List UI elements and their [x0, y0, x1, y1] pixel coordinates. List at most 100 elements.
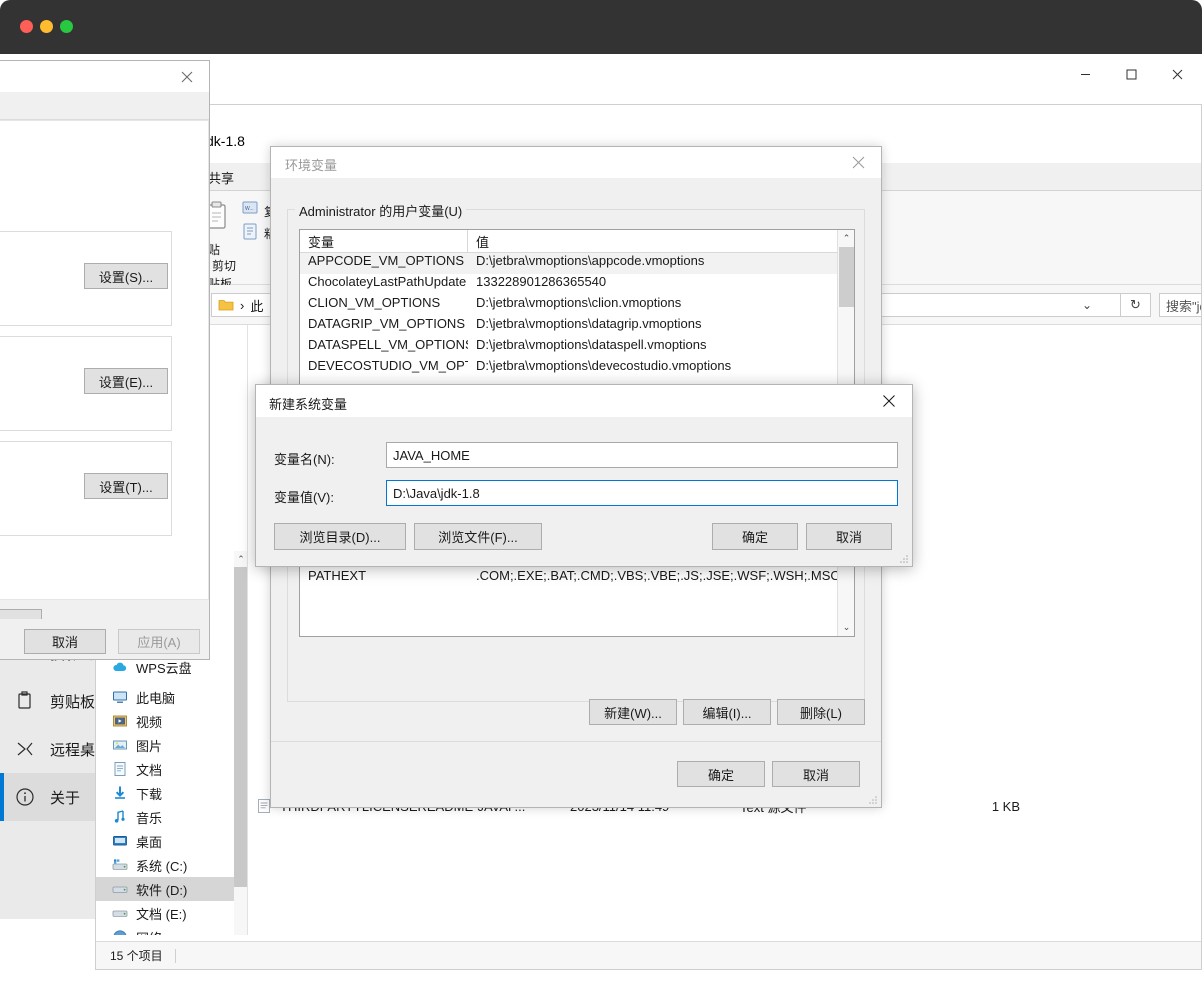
tree-item-label: 桌面 [136, 834, 163, 850]
clipboard-icon [14, 690, 36, 712]
settings-navigation-pane: 投影到此电脑 剪贴板 远程桌面 关于 [0, 629, 95, 919]
tree-item-drive-c[interactable]: 系统 (C:) [96, 853, 236, 877]
tree-item-drive-d[interactable]: 软件 (D:) [96, 877, 236, 901]
tree-item-downloads[interactable]: 下载 [96, 781, 236, 805]
tree-item-this-pc[interactable]: 此电脑 [96, 685, 236, 709]
delete-system-variable-button[interactable]: 删除(L) [777, 699, 865, 725]
tree-item-network[interactable]: 网络 [96, 925, 236, 935]
variable-name-input[interactable] [386, 442, 898, 468]
zoom-traffic-light[interactable] [60, 20, 73, 33]
tree-item-documents[interactable]: 文档 [96, 757, 236, 781]
drive-icon [112, 905, 128, 921]
table-row[interactable]: DATAGRIP_VM_OPTIONS D:\jetbra\vmoptions\… [300, 316, 854, 337]
table-row[interactable]: DATASPELL_VM_OPTIONS D:\jetbra\vmoptions… [300, 337, 854, 358]
new-variable-dialog-title: 新建系统变量 [269, 397, 348, 412]
music-icon [112, 809, 128, 825]
env-dialog-ok-button[interactable]: 确定 [677, 761, 765, 787]
nav-selection-indicator [0, 773, 4, 821]
pictures-icon [112, 737, 128, 753]
browse-file-button[interactable]: 浏览文件(F)... [414, 523, 542, 550]
new-variable-close-button[interactable] [866, 385, 912, 417]
refresh-button[interactable]: ↻ [1121, 293, 1151, 317]
tree-item-videos[interactable]: 视频 [96, 709, 236, 733]
desktop-icon [112, 833, 128, 849]
close-icon [1172, 69, 1182, 79]
sidebar-item-remote-desktop[interactable]: 远程桌面 [0, 725, 95, 773]
user-profiles-settings-button[interactable]: 设置(E)... [84, 368, 168, 394]
sidebar-item-clipboard[interactable]: 剪贴板 [0, 677, 95, 725]
variable-value-cell: D:\jetbra\vmoptions\devecostudio.vmoptio… [476, 358, 732, 373]
remote-desktop-icon [14, 738, 36, 760]
settings-minimize-button[interactable] [1062, 54, 1108, 94]
performance-settings-button[interactable]: 设置(S)... [84, 263, 168, 289]
nav-pane-scrollbar[interactable]: ⌃ ⌄ [234, 551, 247, 935]
svg-text:W...: W... [245, 206, 254, 212]
minimize-traffic-light[interactable] [40, 20, 53, 33]
drive-icon [112, 881, 128, 897]
sidebar-item-label: 远程桌面 [50, 741, 95, 759]
performance-options-content: 以内存 设置(S)... 设置(E)... 设置(T)... 环境变量(N)..… [0, 120, 209, 637]
variable-name-cell: DATASPELL_VM_OPTIONS [308, 337, 468, 352]
variable-value-cell: 133228901286365540 [476, 274, 607, 289]
env-dialog-footer-divider [271, 741, 881, 742]
variable-name-label: 变量名(N): [274, 452, 335, 467]
browse-directory-button[interactable]: 浏览目录(D)... [274, 523, 406, 550]
tree-item-label: 软件 (D:) [136, 882, 188, 898]
ribbon-cut-label[interactable]: 剪切 [212, 257, 236, 274]
search-input[interactable]: 搜索"jd [1159, 293, 1201, 317]
new-variable-ok-button[interactable]: 确定 [712, 523, 798, 550]
sidebar-item-label: 剪贴板 [50, 693, 95, 711]
sidebar-item-about[interactable]: 关于 [0, 773, 95, 821]
close-icon [852, 156, 865, 169]
env-dialog-close-button[interactable] [836, 147, 881, 178]
tree-item-pictures[interactable]: 图片 [96, 733, 236, 757]
table-row[interactable]: PATHEXT .COM;.EXE;.BAT;.CMD;.VBS;.VBE;.J… [300, 568, 854, 589]
screen-root: 关于 相关设置 BitLocker 设置 设备管理器 投影到此电脑 剪贴板 [0, 0, 1202, 986]
new-system-variable-button[interactable]: 新建(W)... [589, 699, 677, 725]
variable-name-cell: CLION_VM_OPTIONS [308, 295, 441, 310]
scroll-up-icon[interactable]: ⌃ [838, 230, 854, 247]
performance-options-footer: 取消 应用(A) [0, 619, 209, 659]
chevron-down-icon[interactable]: ⌄ [1082, 298, 1092, 312]
tree-item-drive-e[interactable]: 文档 (E:) [96, 901, 236, 925]
table-header: 变量 值 [300, 230, 854, 253]
apply-button[interactable]: 应用(A) [118, 629, 200, 654]
edit-system-variable-button[interactable]: 编辑(I)... [683, 699, 771, 725]
env-dialog-title: 环境变量 [285, 158, 338, 173]
tree-item-label: 网络 [136, 928, 162, 936]
performance-options-tabstrip [0, 92, 209, 120]
table-row[interactable]: APPCODE_VM_OPTIONS D:\jetbra\vmoptions\a… [300, 253, 854, 274]
table-row[interactable]: CLION_VM_OPTIONS D:\jetbra\vmoptions\cli… [300, 295, 854, 316]
tree-item-music[interactable]: 音乐 [96, 805, 236, 829]
performance-options-close-button[interactable] [164, 61, 209, 92]
variable-value-input[interactable] [386, 480, 898, 506]
resize-grip[interactable] [897, 551, 909, 563]
tree-item-label: 文档 [136, 762, 163, 778]
settings-maximize-button[interactable] [1108, 54, 1154, 94]
column-header-value[interactable]: 值 [468, 230, 854, 252]
scroll-down-icon[interactable]: ⌄ [838, 619, 854, 636]
performance-options-titlebar [0, 61, 209, 92]
folder-icon [218, 300, 234, 311]
env-dialog-cancel-button[interactable]: 取消 [772, 761, 860, 787]
scrollbar-thumb[interactable] [839, 247, 854, 307]
breadcrumb[interactable]: 此 [250, 296, 263, 315]
copy-path-icon[interactable]: W... [242, 201, 258, 222]
item-count-label: 15 个项目 [110, 949, 163, 963]
table-row[interactable]: DEVECOSTUDIO_VM_OPT... D:\jetbra\vmoptio… [300, 358, 854, 379]
close-traffic-light[interactable] [20, 20, 33, 33]
breadcrumb-separator: › [240, 297, 245, 313]
scroll-up-icon[interactable]: ⌃ [234, 551, 247, 567]
tree-item-desktop[interactable]: 桌面 [96, 829, 236, 853]
resize-grip[interactable] [866, 792, 878, 804]
paste-shortcut-icon[interactable] [242, 223, 258, 246]
variable-value-cell: D:\jetbra\vmoptions\clion.vmoptions [476, 295, 682, 310]
new-variable-cancel-button[interactable]: 取消 [806, 523, 892, 550]
cancel-button[interactable]: 取消 [24, 629, 106, 654]
scrollbar-thumb[interactable] [234, 567, 247, 887]
column-header-variable[interactable]: 变量 [300, 230, 468, 252]
downloads-icon [112, 785, 128, 801]
settings-close-button[interactable] [1154, 54, 1200, 94]
table-row[interactable]: ChocolateyLastPathUpdate 133228901286365… [300, 274, 854, 295]
startup-recovery-settings-button[interactable]: 设置(T)... [84, 473, 168, 499]
